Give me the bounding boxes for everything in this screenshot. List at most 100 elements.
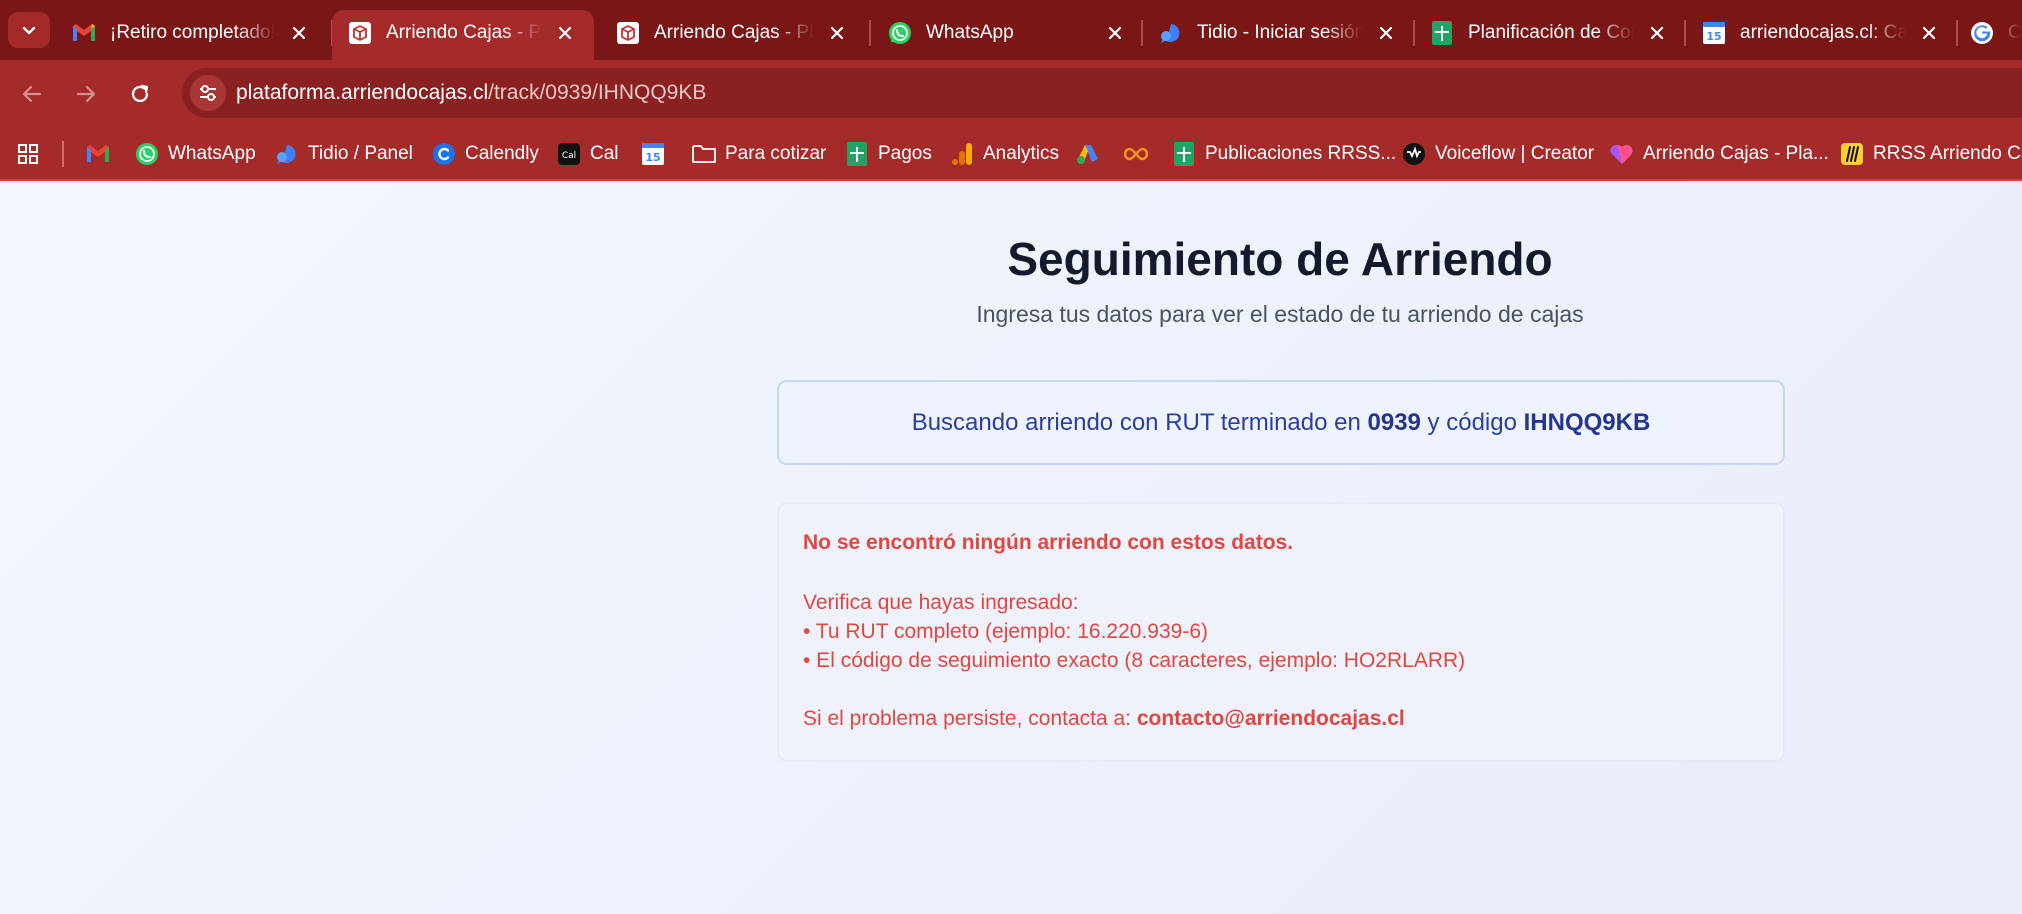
tab-separator (869, 20, 871, 46)
url-path: /track/0939/IHNQQ9KB (488, 81, 707, 104)
search-prefix: Buscando arriendo con RUT terminado en (911, 409, 1368, 436)
bookmark-tidio[interactable]: Tidio / Panel (275, 127, 413, 181)
chevron-down-icon (22, 26, 36, 35)
tab-strip: ¡Retiro completado! - retiros@arriendoca… (0, 0, 2022, 60)
close-icon[interactable] (554, 22, 576, 44)
close-icon[interactable] (1646, 22, 1668, 44)
bookmarks-separator (62, 141, 64, 167)
address-bar[interactable]: plataforma.arriendocajas.cl/track/0939/I… (182, 68, 2022, 118)
close-icon[interactable] (826, 22, 848, 44)
bookmark-whatsapp[interactable]: WhatsApp (135, 127, 256, 181)
site-info-button[interactable] (190, 75, 226, 111)
error-headline: No se encontró ningún arriendo con estos… (803, 531, 1294, 554)
bookmark-para-cotizar[interactable]: Para cotizar (692, 127, 826, 181)
bookmark-calendar[interactable]: 15 (641, 127, 674, 181)
tab-title: Planificación de Contenido (1468, 10, 1634, 56)
bookmark-label: Publicaciones RRSS... (1205, 143, 1397, 164)
voiceflow-icon (1402, 142, 1426, 166)
analytics-icon (950, 142, 974, 166)
search-middle: y código (1420, 409, 1524, 436)
bookmark-cal[interactable]: Cal Cal (557, 127, 619, 181)
tab-google[interactable]: C (1958, 10, 2022, 60)
forward-button[interactable] (68, 76, 104, 112)
close-icon[interactable] (288, 22, 310, 44)
calendly-icon (432, 142, 456, 166)
apps-grid-icon (16, 142, 40, 166)
contact-email-link[interactable]: contacto@arriendocajas.cl (1137, 707, 1405, 730)
tab-arriendo-cajas-active[interactable]: Arriendo Cajas - Plataforma (332, 10, 594, 60)
sheets-icon (1430, 21, 1454, 45)
bookmark-label: Para cotizar (725, 143, 827, 164)
tab-title: WhatsApp (926, 10, 1092, 56)
arrow-left-icon (22, 85, 42, 103)
bookmark-analytics[interactable]: Analytics (950, 127, 1059, 181)
bookmark-google-ads[interactable] (1076, 127, 1109, 181)
tab-title: Arriendo Cajas - Plataforma (654, 10, 814, 56)
heart-icon (1610, 142, 1634, 166)
tab-arriendo-cajas[interactable]: Arriendo Cajas - Plataforma (600, 10, 866, 60)
close-icon[interactable] (1375, 22, 1397, 44)
bookmark-label: Analytics (983, 143, 1060, 164)
bookmark-infinity[interactable] (1124, 127, 1157, 181)
whatsapp-icon (888, 21, 912, 45)
error-box: No se encontró ningún arriendo con estos… (777, 502, 1785, 762)
bookmark-label: RRSS Arriendo Caja (1873, 143, 2022, 164)
contact-prefix: Si el problema persiste, contacta a: (803, 707, 1137, 730)
miro-icon (1840, 142, 1864, 166)
tab-tidio[interactable]: Tidio - Iniciar sesión (1143, 10, 1415, 60)
bookmark-label: WhatsApp (168, 143, 256, 164)
tab-title: arriendocajas.cl: Calendario (1740, 10, 1906, 56)
calendar-icon: 15 (641, 142, 665, 166)
folder-icon (692, 142, 716, 166)
close-icon[interactable] (1104, 22, 1126, 44)
apps-button[interactable] (16, 127, 49, 181)
search-info-box: Buscando arriendo con RUT terminado en 0… (777, 380, 1785, 465)
error-verify-text: Verifica que hayas ingresado: (803, 591, 1079, 614)
tab-title: C (2008, 10, 2022, 56)
page-title: Seguimiento de Arriendo (1007, 233, 1553, 285)
page-content: Seguimiento de Arriendo Ingresa tus dato… (0, 183, 2022, 914)
search-code: IHNQQ9KB (1523, 409, 1651, 436)
tab-search-button[interactable] (8, 12, 50, 48)
tab-retiro[interactable]: ¡Retiro completado! - retiros@arriendoca… (56, 10, 328, 60)
error-contact: Si el problema persiste, contacta a: con… (803, 707, 1405, 731)
svg-text:15: 15 (1706, 30, 1721, 43)
tab-whatsapp[interactable]: WhatsApp (872, 10, 1144, 60)
whatsapp-icon (135, 142, 159, 166)
arrow-right-icon (76, 85, 96, 103)
back-button[interactable] (14, 76, 50, 112)
browser-toolbar: plataforma.arriendocajas.cl/track/0939/I… (0, 60, 2022, 127)
tab-planificacion[interactable]: Planificación de Contenido (1414, 10, 1686, 60)
bookmark-label: Voiceflow | Creator (1435, 143, 1595, 164)
infinity-icon (1124, 142, 1148, 166)
bookmark-rrss[interactable]: RRSS Arriendo Caja (1840, 127, 2022, 181)
sheets-icon (845, 142, 869, 166)
gmail-icon (72, 21, 96, 45)
svg-text:Cal: Cal (562, 151, 576, 161)
url-host: plataforma.arriendocajas.cl (236, 81, 489, 104)
bookmark-voiceflow[interactable]: Voiceflow | Creator (1402, 127, 1594, 181)
tab-title: ¡Retiro completado! - retiros@arriendoca… (110, 10, 276, 56)
google-ads-icon (1076, 142, 1100, 166)
bookmark-pagos[interactable]: Pagos (845, 127, 932, 181)
bookmark-arriendo-cajas[interactable]: Arriendo Cajas - Pla... (1610, 127, 1829, 181)
url-text: plataforma.arriendocajas.cl/track/0939/I… (236, 68, 706, 118)
bookmark-label: Cal (590, 143, 619, 164)
gmail-icon (86, 142, 110, 166)
reload-icon (131, 84, 149, 103)
arriendocajas-icon (348, 21, 372, 45)
page-subtitle: Ingresa tus datos para ver el estado de … (976, 301, 1584, 327)
google-icon (1970, 21, 1994, 45)
tab-title: Arriendo Cajas - Plataforma (386, 10, 542, 56)
bookmark-gmail[interactable] (86, 127, 119, 181)
tab-calendario[interactable]: 15 arriendocajas.cl: Calendario (1686, 10, 1958, 60)
bookmark-label: Tidio / Panel (308, 143, 413, 164)
bookmark-label: Calendly (465, 143, 539, 164)
bookmark-label: Arriendo Cajas - Pla... (1643, 143, 1829, 164)
close-icon[interactable] (1918, 22, 1940, 44)
tidio-icon (1159, 21, 1183, 45)
reload-button[interactable] (122, 76, 158, 112)
error-bullet-rut: • Tu RUT completo (ejemplo: 16.220.939-6… (803, 620, 1208, 643)
bookmark-calendly[interactable]: Calendly (432, 127, 539, 181)
bookmark-publicaciones[interactable]: Publicaciones RRSS... (1172, 127, 1396, 181)
